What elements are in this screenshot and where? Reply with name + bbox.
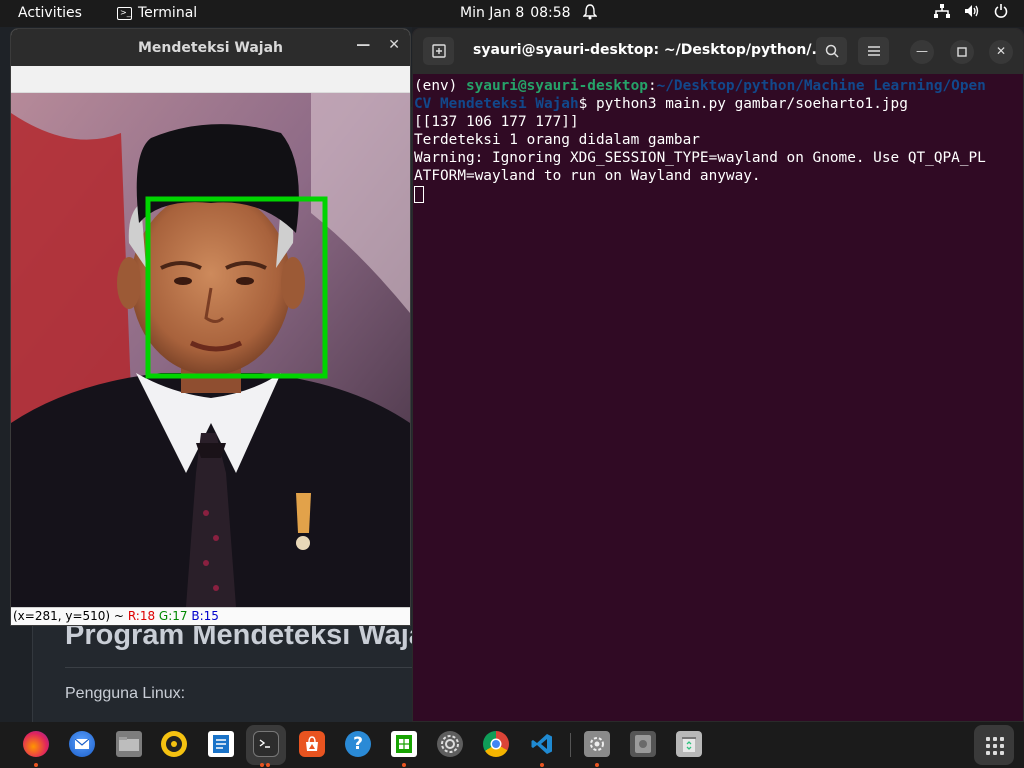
prompt-user: syauri@syauri-desktop [465, 78, 648, 94]
clock-date: Min Jan 8 [460, 5, 525, 21]
window-title: Mendeteksi Wajah [137, 39, 284, 56]
app-menu[interactable]: >_ Terminal [117, 5, 197, 21]
prompt-path-continued: CV Mendeteksi Wajah [414, 96, 579, 112]
app-menu-label: Terminal [138, 5, 198, 21]
grid-dot [993, 737, 997, 741]
new-tab-button[interactable] [423, 37, 454, 65]
prompt-path: ~/Desktop/python/Machine Learning/Open [656, 78, 986, 94]
power-icon [994, 4, 1008, 22]
firefox-icon[interactable] [23, 731, 49, 757]
running-indicator [402, 763, 406, 767]
output-line: ATFORM=wayland to run on Wayland anyway. [414, 168, 761, 184]
close-button[interactable]: ✕ [388, 37, 400, 53]
chrome-icon[interactable] [483, 731, 509, 757]
running-indicator [34, 763, 38, 767]
minimize-button[interactable]: — [356, 37, 370, 53]
cursor-line [414, 185, 1023, 203]
close-button[interactable]: ✕ [989, 40, 1013, 64]
show-applications-button[interactable] [974, 725, 1014, 765]
pixel-red-value: R:18 [127, 609, 156, 623]
minimize-button[interactable]: — [910, 40, 934, 64]
writer-icon[interactable] [208, 731, 234, 757]
grid-dot [1000, 751, 1004, 755]
notification-bell-icon[interactable] [582, 4, 598, 24]
terminal-icon: >_ [117, 6, 132, 20]
activities-button[interactable]: Activities [18, 5, 82, 21]
prompt-line-1: (env) syauri@syauri-desktop:~/Desktop/py… [414, 77, 1023, 95]
calc-icon[interactable] [391, 731, 417, 757]
system-status-area[interactable] [934, 4, 1008, 22]
prompt-line-2: CV Mendeteksi Wajah$ python3 main.py gam… [414, 95, 1023, 113]
opencv-toolbar [11, 66, 410, 93]
output-line: [[137 106 177 177]] [414, 114, 579, 130]
network-icon [934, 4, 950, 22]
dock: ? [0, 722, 1024, 768]
pixel-blue-value: B:15 [191, 609, 219, 623]
dock-separator [570, 733, 571, 757]
pixel-green-value: G:17 [158, 609, 188, 623]
output-line: Terdeteksi 1 orang didalam gambar [414, 132, 700, 148]
running-indicator [260, 763, 264, 767]
terminal-headerbar[interactable]: syauri@syauri-desktop: ~/Desktop/python/… [413, 29, 1023, 74]
grid-dot [1000, 737, 1004, 741]
article-paragraph: Pengguna Linux: [65, 685, 186, 702]
clock[interactable]: Min Jan 8 08:58 [460, 5, 571, 21]
pixel-coordinates: (x=281, y=510) ~ [13, 609, 124, 623]
grid-dot [986, 737, 990, 741]
maximize-button[interactable] [950, 40, 974, 64]
vscode-icon[interactable] [529, 731, 555, 757]
text-cursor [414, 186, 424, 203]
search-icon [825, 44, 839, 58]
terminal-window[interactable]: syauri@syauri-desktop: ~/Desktop/python/… [412, 28, 1024, 722]
prompt-separator: : [647, 78, 657, 94]
files-icon[interactable] [116, 731, 142, 757]
trash-icon[interactable] [676, 731, 702, 757]
divider [65, 667, 412, 668]
detected-face-image[interactable] [11, 93, 410, 607]
running-indicator [595, 763, 599, 767]
volume-icon [964, 4, 980, 22]
command-text: $ python3 main.py gambar/soeharto1.jpg [578, 96, 908, 112]
terminal-title: syauri@syauri-desktop: ~/Desktop/python/… [473, 42, 828, 58]
hamburger-menu-button[interactable] [858, 37, 889, 65]
disk-icon[interactable] [630, 731, 656, 757]
grid-dot [986, 751, 990, 755]
software-icon[interactable] [299, 731, 325, 757]
menu-icon [867, 46, 880, 56]
running-indicator [266, 763, 270, 767]
opencv-titlebar[interactable]: Mendeteksi Wajah — ✕ [11, 29, 410, 66]
running-indicator [540, 763, 544, 767]
opencv-window[interactable]: Mendeteksi Wajah — ✕ (x=281, y=510) ~ R:… [10, 28, 411, 626]
terminal-icon[interactable] [253, 731, 279, 757]
thunderbird-icon[interactable] [69, 731, 95, 757]
update-icon[interactable] [584, 731, 610, 757]
rhythmbox-icon[interactable] [161, 731, 187, 757]
settings-icon[interactable] [437, 731, 463, 757]
prompt-env: (env) [414, 78, 466, 94]
terminal-output[interactable]: (env) syauri@syauri-desktop:~/Desktop/py… [413, 74, 1023, 203]
clock-time: 08:58 [530, 5, 571, 21]
grid-dot [993, 744, 997, 748]
output-line: Warning: Ignoring XDG_SESSION_TYPE=wayla… [414, 150, 986, 166]
search-button[interactable] [816, 37, 847, 65]
help-icon[interactable]: ? [345, 731, 371, 757]
maximize-icon [957, 47, 967, 57]
opencv-statusbar: (x=281, y=510) ~ R:18 G:17 B:15 [11, 607, 410, 625]
top-bar: Activities >_ Terminal Min Jan 8 08:58 [0, 0, 1024, 27]
grid-dot [1000, 744, 1004, 748]
grid-dot [993, 751, 997, 755]
grid-dot [986, 744, 990, 748]
